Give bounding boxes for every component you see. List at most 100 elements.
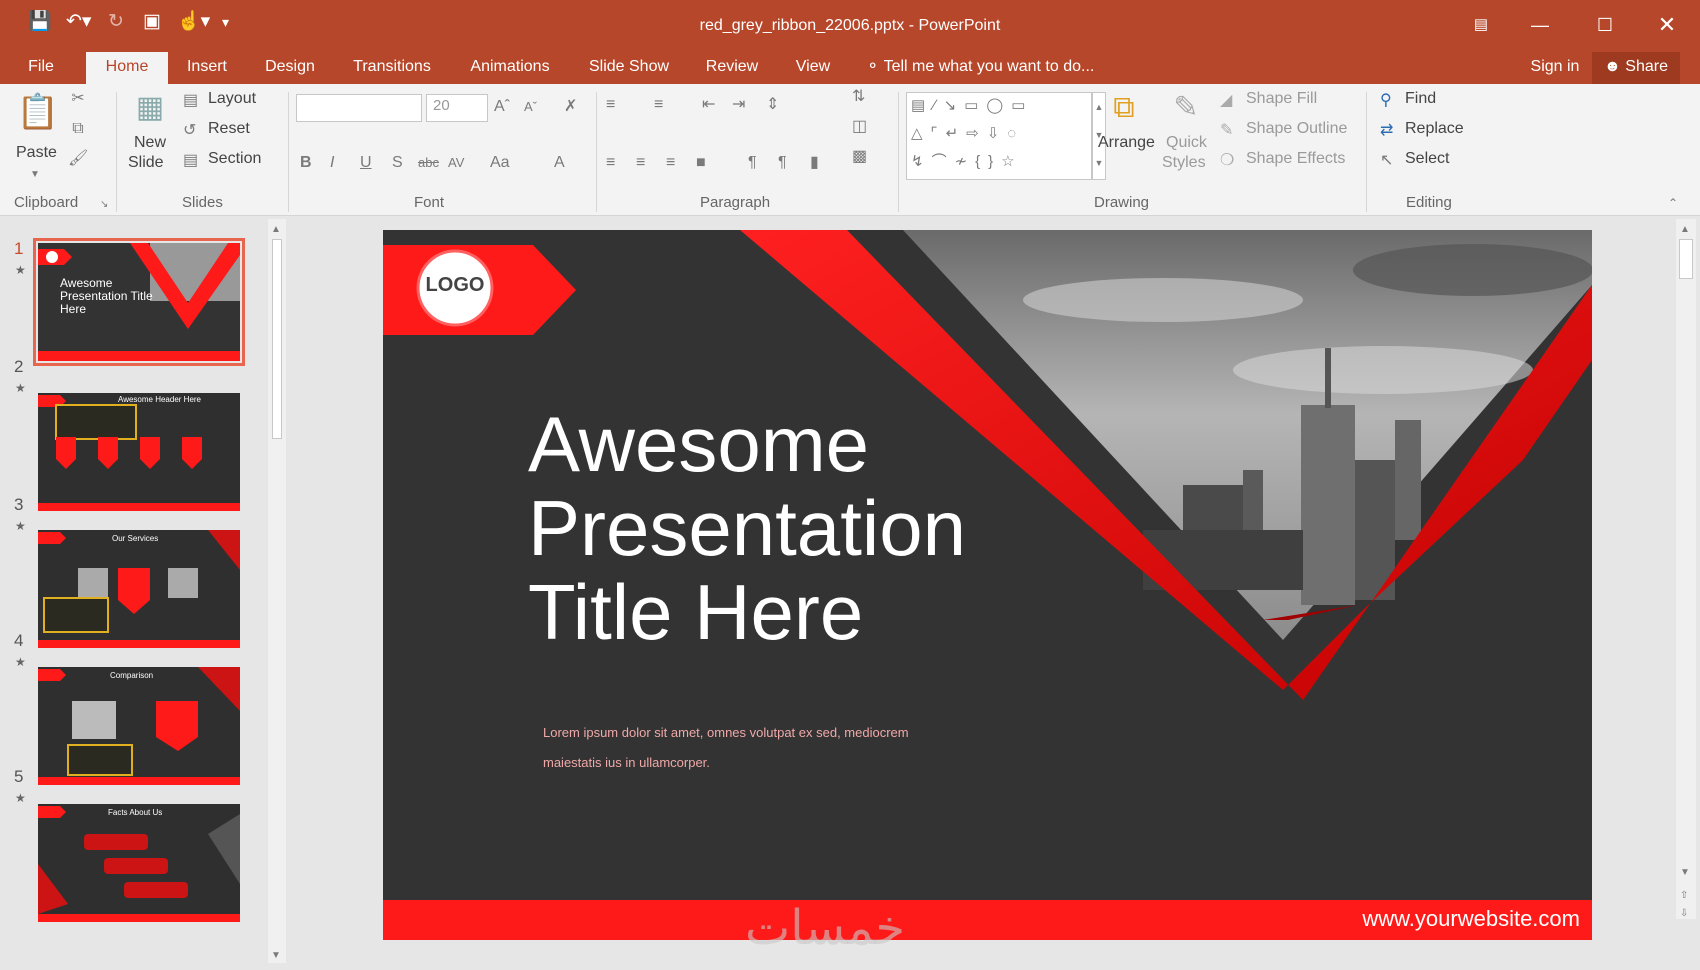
- layout-button[interactable]: Layout: [208, 90, 256, 108]
- tab-slide-show[interactable]: Slide Show: [584, 52, 674, 84]
- layout-icon[interactable]: ▤: [183, 92, 198, 110]
- arrange-icon[interactable]: ⧉: [1104, 88, 1144, 128]
- tab-file[interactable]: File: [18, 52, 64, 84]
- section-icon[interactable]: ▤: [183, 152, 198, 170]
- ltr-icon[interactable]: ¶: [748, 154, 757, 172]
- copy-icon[interactable]: ⧉: [68, 120, 88, 138]
- shape-outline-icon[interactable]: ✎: [1220, 122, 1233, 140]
- select-button[interactable]: Select: [1405, 150, 1449, 168]
- change-case-icon[interactable]: Aa: [490, 154, 510, 172]
- scroll-down-icon[interactable]: ▼: [1680, 864, 1690, 882]
- bold-icon[interactable]: B: [300, 154, 312, 172]
- paste-icon[interactable]: 📋: [16, 90, 60, 134]
- shape-fill-button[interactable]: Shape Fill: [1246, 90, 1317, 108]
- slide-thumbnail-1[interactable]: Awesome Presentation Title Here: [33, 238, 245, 366]
- tab-insert[interactable]: Insert: [178, 52, 236, 84]
- shapes-gallery[interactable]: ▤∕↘▭◯▭ △⌜↵⇨⇩◌ ↯⌒≁{}☆: [906, 92, 1092, 180]
- paste-button[interactable]: Paste: [16, 144, 57, 162]
- next-slide-icon[interactable]: ⇩: [1680, 905, 1688, 923]
- tab-home[interactable]: Home: [86, 52, 168, 84]
- columns-icon[interactable]: ▮: [810, 154, 819, 172]
- collapse-ribbon-icon[interactable]: ⌃: [1668, 194, 1678, 212]
- cut-icon[interactable]: ✂: [68, 90, 88, 108]
- find-icon[interactable]: ⚲: [1380, 92, 1392, 110]
- shape-effects-icon[interactable]: ❍: [1220, 152, 1234, 170]
- tab-review[interactable]: Review: [700, 52, 764, 84]
- tab-animations[interactable]: Animations: [462, 52, 558, 84]
- new-slide-icon[interactable]: ▦: [130, 88, 170, 128]
- maximize-button[interactable]: ☐: [1590, 12, 1620, 38]
- paste-dropdown-icon[interactable]: ▼: [30, 166, 40, 184]
- close-button[interactable]: ✕: [1652, 12, 1682, 38]
- section-button[interactable]: Section: [208, 150, 261, 168]
- text-direction-icon[interactable]: ⇅: [852, 88, 865, 106]
- align-right-icon[interactable]: ≡: [666, 154, 675, 172]
- shape-effects-button[interactable]: Shape Effects: [1246, 150, 1345, 168]
- replace-button[interactable]: Replace: [1405, 120, 1464, 138]
- ribbon-display-options-icon[interactable]: ▤: [1466, 12, 1496, 38]
- font-name-combobox[interactable]: [296, 94, 422, 122]
- tell-me-box[interactable]: ⚬ Tell me what you want to do...: [866, 52, 1116, 84]
- underline-icon[interactable]: U: [360, 154, 372, 172]
- watermark: خمسات: [745, 900, 906, 956]
- minimize-button[interactable]: —: [1525, 12, 1555, 38]
- scroll-up-icon[interactable]: ▲: [1680, 221, 1690, 239]
- find-button[interactable]: Find: [1405, 90, 1436, 108]
- strikethrough-icon[interactable]: abc: [418, 154, 439, 172]
- slide-body-text[interactable]: Lorem ipsum dolor sit amet, omnes volutp…: [543, 718, 909, 778]
- replace-icon[interactable]: ⇄: [1380, 122, 1393, 140]
- shape-fill-icon[interactable]: ◢: [1220, 92, 1232, 110]
- shape-outline-button[interactable]: Shape Outline: [1246, 120, 1347, 138]
- tab-design[interactable]: Design: [258, 52, 322, 84]
- rtl-icon[interactable]: ¶: [778, 154, 787, 172]
- tab-view[interactable]: View: [790, 52, 836, 84]
- font-size-combobox[interactable]: 20: [426, 94, 488, 122]
- line-spacing-icon[interactable]: ⇕: [766, 96, 779, 114]
- slide-thumbnail-4[interactable]: Comparison: [38, 667, 240, 785]
- slide-thumbnail-3[interactable]: Our Services: [38, 530, 240, 648]
- italic-icon[interactable]: I: [330, 154, 334, 172]
- smartart-icon[interactable]: ▩: [852, 148, 867, 166]
- select-icon[interactable]: ↖: [1380, 152, 1393, 170]
- shadow-icon[interactable]: S: [392, 154, 403, 172]
- new-slide-label[interactable]: New: [134, 134, 166, 152]
- slide-title[interactable]: Awesome Presentation Title Here: [528, 402, 966, 654]
- thumbnail-scrollbar[interactable]: ▲ ▼: [268, 219, 286, 963]
- decrease-indent-icon[interactable]: ⇤: [702, 96, 715, 114]
- current-slide[interactable]: LOGO Awesome Presentation Title Here Lor…: [383, 230, 1592, 940]
- align-text-icon[interactable]: ◫: [852, 118, 867, 136]
- justify-icon[interactable]: ■: [696, 154, 706, 172]
- new-slide-label-2[interactable]: Slide: [128, 154, 164, 172]
- font-color-icon[interactable]: A: [554, 154, 565, 172]
- numbering-icon[interactable]: ≡: [654, 96, 663, 114]
- center-icon[interactable]: ≡: [636, 154, 645, 172]
- arrange-button[interactable]: Arrange: [1098, 134, 1155, 152]
- scroll-down-icon[interactable]: ▼: [271, 947, 281, 965]
- slide-thumbnail-5[interactable]: Facts About Us: [38, 804, 240, 922]
- decrease-font-size-icon[interactable]: Aˇ: [524, 98, 537, 116]
- editing-group-label: Editing: [1406, 194, 1452, 211]
- scrollbar-thumb[interactable]: [272, 239, 282, 439]
- previous-slide-icon[interactable]: ⇧: [1680, 887, 1688, 905]
- quick-styles-label[interactable]: Quick: [1166, 134, 1207, 152]
- sign-in-link[interactable]: Sign in: [1522, 52, 1588, 84]
- reset-icon[interactable]: ↺: [183, 122, 196, 140]
- align-left-icon[interactable]: ≡: [606, 154, 615, 172]
- bullets-icon[interactable]: ≡: [606, 96, 615, 114]
- title-bar: 💾 ↶▾ ↻ ▣ ☝▾ ▾ red_grey_ribbon_22006.pptx…: [0, 0, 1700, 52]
- character-spacing-icon[interactable]: AV: [448, 154, 464, 172]
- quick-styles-label-2[interactable]: Styles: [1162, 154, 1206, 172]
- slide-thumbnail-2[interactable]: Awesome Header Here: [38, 393, 240, 511]
- quick-styles-icon[interactable]: ✎: [1166, 88, 1206, 128]
- format-painter-icon[interactable]: 🖌: [68, 150, 88, 168]
- increase-indent-icon[interactable]: ⇥: [732, 96, 745, 114]
- tab-transitions[interactable]: Transitions: [346, 52, 438, 84]
- canvas-scrollbar[interactable]: ▲ ▼ ⇧ ⇩: [1676, 219, 1696, 919]
- clipboard-launcher-icon[interactable]: ↘: [100, 196, 108, 214]
- reset-button[interactable]: Reset: [208, 120, 250, 138]
- scrollbar-thumb[interactable]: [1679, 239, 1693, 279]
- share-button[interactable]: ☻ Share: [1592, 52, 1680, 84]
- clear-formatting-icon[interactable]: ✗: [564, 98, 577, 116]
- increase-font-size-icon[interactable]: Aˆ: [494, 98, 510, 116]
- scroll-up-icon[interactable]: ▲: [271, 221, 281, 239]
